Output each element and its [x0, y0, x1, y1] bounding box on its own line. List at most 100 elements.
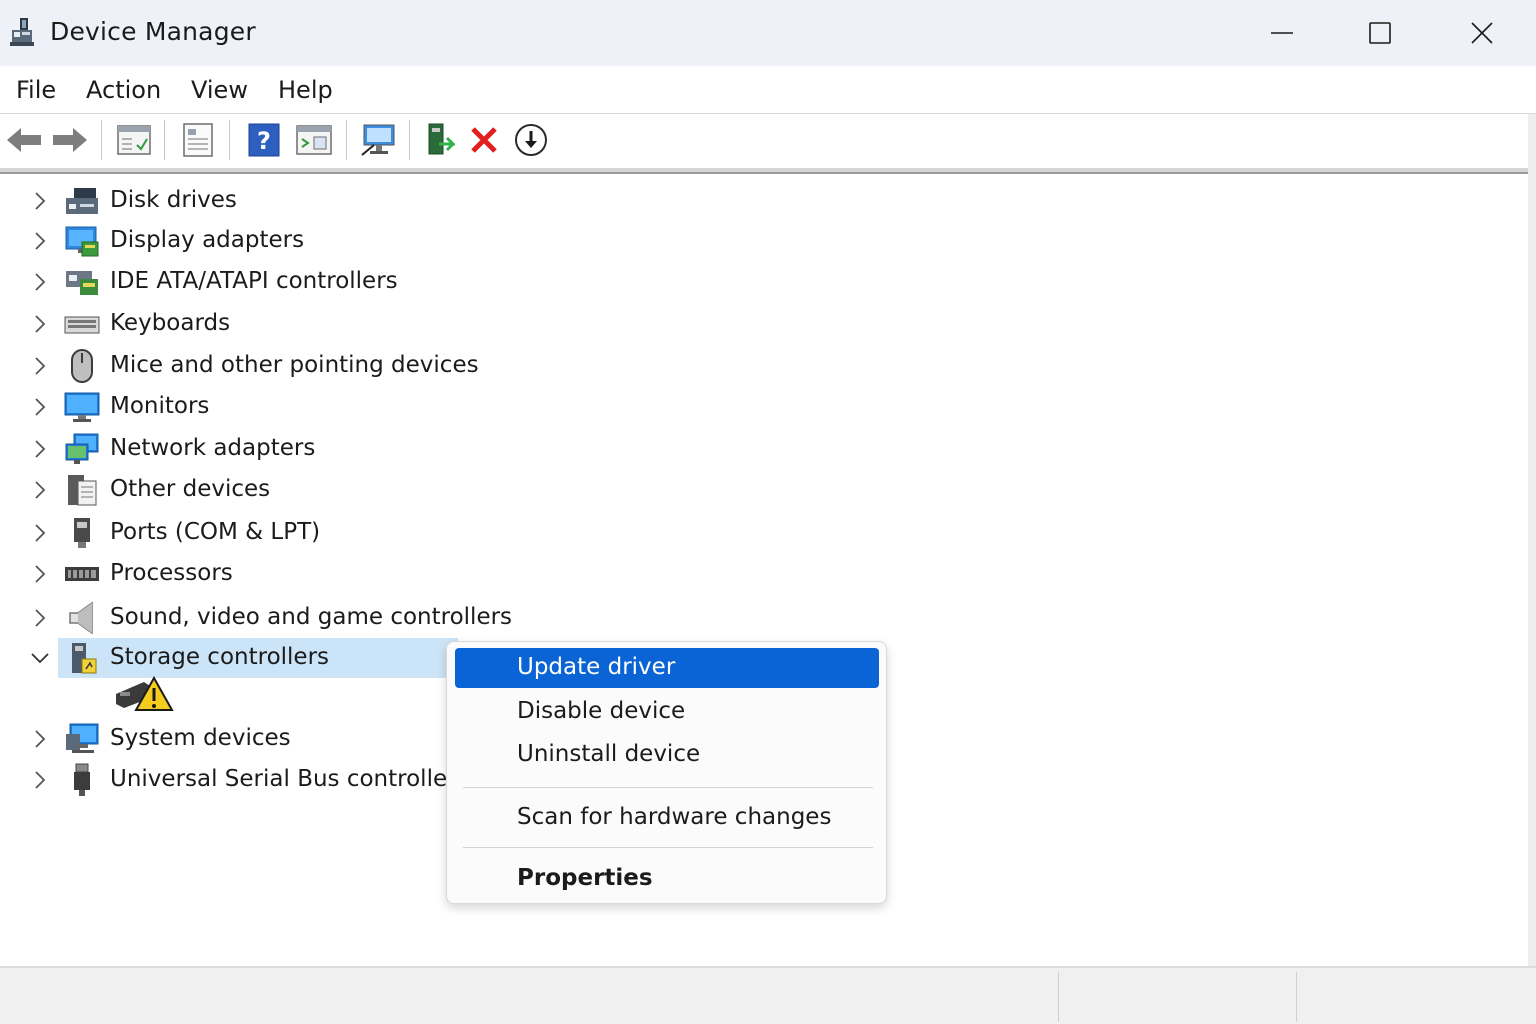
close-icon — [1471, 22, 1493, 44]
chevron-right-icon[interactable] — [30, 355, 50, 377]
disk-drive-icon — [66, 188, 98, 214]
chevron-right-icon[interactable] — [30, 607, 50, 629]
tree-node-label: Ports (COM & LPT) — [110, 519, 321, 545]
context-menu-uninstall-device[interactable]: Uninstall device — [455, 735, 879, 775]
tree-node-label: Display adapters — [110, 227, 305, 253]
tree-node-network-adapters[interactable]: Network adapters — [0, 429, 460, 469]
back-arrow-icon[interactable] — [4, 120, 44, 160]
chevron-right-icon[interactable] — [30, 190, 50, 212]
status-bar — [0, 966, 1536, 1024]
tree-node-ports[interactable]: Ports (COM & LPT) — [0, 513, 460, 553]
speaker-icon — [69, 601, 93, 635]
toolbar-separator — [101, 120, 102, 160]
tree-node-sound[interactable]: Sound, video and game controllers — [0, 598, 512, 638]
tree-node-other-devices[interactable]: Other devices — [0, 470, 460, 510]
menu-bar: File Action View Help — [0, 66, 1536, 114]
close-button[interactable] — [1432, 0, 1532, 66]
chevron-right-icon[interactable] — [30, 769, 50, 791]
title-bar: Device Manager — [0, 0, 1536, 66]
keyboard-icon — [64, 316, 100, 334]
chevron-right-icon[interactable] — [30, 313, 50, 335]
tree-node-label: Disk drives — [110, 187, 237, 213]
context-menu-label: Update driver — [517, 654, 676, 680]
toolbar-divider — [0, 168, 1528, 174]
svg-text:?: ? — [257, 127, 271, 155]
minimize-icon — [1271, 32, 1293, 34]
tree-node-keyboards[interactable]: Keyboards — [0, 304, 460, 344]
forward-arrow-icon[interactable] — [50, 120, 90, 160]
device-manager-icon[interactable] — [8, 16, 36, 48]
usb-icon — [74, 763, 90, 796]
help-icon[interactable]: ? — [244, 120, 284, 160]
tree-node-label: System devices — [110, 725, 291, 751]
tree-node-label: Network adapters — [110, 435, 316, 461]
warning-device-icon[interactable] — [114, 676, 174, 714]
properties-icon[interactable] — [178, 120, 218, 160]
tree-node-monitors[interactable]: Monitors — [0, 387, 460, 427]
show-hide-console-tree-icon[interactable] — [114, 120, 154, 160]
mouse-icon — [71, 349, 93, 383]
update-driver-icon[interactable] — [418, 120, 458, 160]
chevron-right-icon[interactable] — [30, 230, 50, 252]
chevron-right-icon[interactable] — [30, 728, 50, 750]
other-devices-icon — [68, 475, 97, 506]
system-devices-icon — [66, 723, 99, 753]
tree-node-storage-controllers[interactable]: Storage controllers — [0, 638, 460, 678]
display-adapter-icon — [65, 226, 99, 257]
maximize-button[interactable] — [1330, 0, 1430, 66]
window-title: Device Manager — [50, 17, 256, 46]
context-menu-disable-device[interactable]: Disable device — [455, 692, 879, 732]
tree-node-label: IDE ATA/ATAPI controllers — [110, 268, 398, 294]
tree-node-mice[interactable]: Mice and other pointing devices — [0, 346, 479, 386]
uninstall-device-icon[interactable] — [464, 120, 504, 160]
context-menu-label: Properties — [517, 865, 653, 891]
scan-hardware-icon[interactable] — [359, 120, 399, 160]
context-menu-scan-hardware[interactable]: Scan for hardware changes — [455, 798, 879, 838]
minimize-button[interactable] — [1232, 0, 1332, 66]
tree-node-label: Monitors — [110, 393, 210, 419]
status-divider — [1058, 972, 1059, 1022]
tree-node-system-devices[interactable]: System devices — [0, 719, 460, 759]
tree-node-disk-drives[interactable]: Disk drives — [0, 181, 460, 221]
storage-controller-icon — [72, 643, 97, 674]
chevron-right-icon[interactable] — [30, 563, 50, 585]
menu-help[interactable]: Help — [278, 76, 333, 104]
enable-device-icon[interactable] — [511, 120, 551, 160]
chevron-right-icon[interactable] — [30, 479, 50, 501]
scrollbar-track[interactable] — [1528, 114, 1536, 974]
tree-node-label: Storage controllers — [110, 644, 330, 670]
menu-view[interactable]: View — [191, 76, 248, 104]
maximize-icon — [1369, 22, 1391, 44]
chevron-right-icon[interactable] — [30, 438, 50, 460]
monitor-icon — [64, 392, 100, 422]
network-adapter-icon — [65, 433, 99, 464]
tree-node-label: Other devices — [110, 476, 271, 502]
context-menu-properties[interactable]: Properties — [455, 859, 879, 899]
tree-node-ide-controllers[interactable]: IDE ATA/ATAPI controllers — [0, 262, 460, 302]
toolbar-separator — [346, 120, 347, 160]
chevron-right-icon[interactable] — [30, 271, 50, 293]
processor-icon — [65, 567, 99, 581]
menu-file[interactable]: File — [16, 76, 56, 104]
menu-action[interactable]: Action — [86, 76, 161, 104]
context-menu-label: Uninstall device — [517, 741, 701, 767]
tree-node-usb-controllers[interactable]: Universal Serial Bus controllers — [0, 760, 469, 800]
toolbar-separator — [409, 120, 410, 160]
chevron-right-icon[interactable] — [30, 522, 50, 544]
tree-node-processors[interactable]: Processors — [0, 554, 460, 594]
context-menu: Update driver Disable device Uninstall d… — [446, 641, 887, 904]
tree-node-label: Universal Serial Bus controllers — [110, 766, 469, 792]
tree-node-display-adapters[interactable]: Display adapters — [0, 221, 460, 261]
chevron-down-icon[interactable] — [30, 647, 50, 669]
action-pane-icon[interactable] — [294, 120, 334, 160]
tree-node-label: Processors — [110, 560, 233, 586]
context-menu-separator — [463, 787, 873, 788]
chevron-right-icon[interactable] — [30, 396, 50, 418]
context-menu-update-driver[interactable]: Update driver — [455, 648, 879, 688]
context-menu-label: Disable device — [517, 698, 686, 724]
toolbar-separator — [164, 120, 165, 160]
tree-node-label: Mice and other pointing devices — [110, 352, 479, 378]
toolbar-separator — [229, 120, 230, 160]
context-menu-label: Scan for hardware changes — [517, 804, 832, 830]
tree-node-label: Sound, video and game controllers — [110, 604, 513, 630]
